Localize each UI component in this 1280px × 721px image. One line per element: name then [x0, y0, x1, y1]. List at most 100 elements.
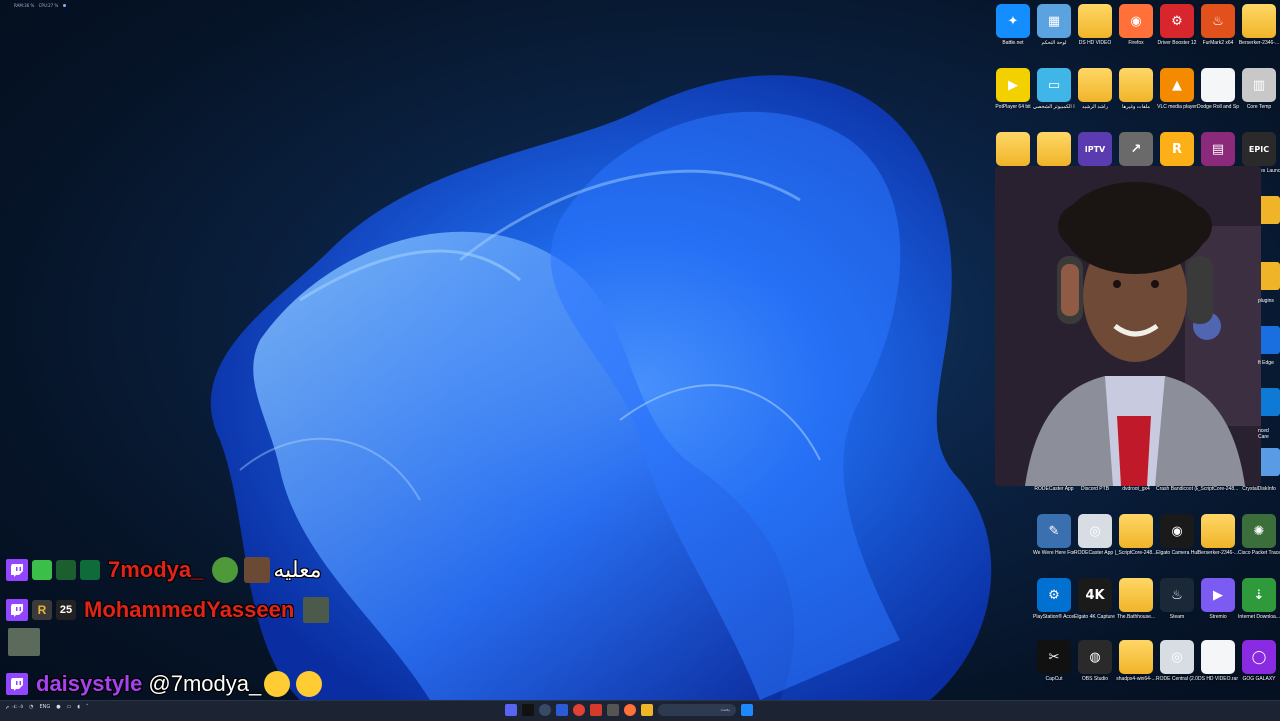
rank-badge: 25 [56, 600, 76, 620]
file-icon [1201, 640, 1235, 674]
desktop-icon[interactable]: _ScriptCore-248... [1115, 512, 1157, 556]
desktop-icon[interactable]: ◍ OBS Studio [1074, 638, 1116, 682]
desktop-icon[interactable]: ▥ Core Temp [1238, 66, 1280, 110]
desktop-icon[interactable]: ▲ VLC media player [1156, 66, 1198, 110]
idm-icon: ⇣ [1242, 578, 1276, 612]
desktop-icon[interactable]: ▭ هذا الكمبيوتر الشخصي [1033, 66, 1075, 110]
desktop-icon[interactable]: Berserker-2346-... [1238, 2, 1280, 46]
taskbar-apps: بحث [505, 704, 753, 716]
notification-icon[interactable]: ◔ [29, 704, 33, 710]
image-emote-icon [8, 628, 40, 656]
winrar-icon: ▤ [1201, 132, 1235, 166]
folder-icon [1242, 4, 1276, 38]
chat-username[interactable]: daisystyle [36, 671, 142, 697]
folder-icon [1119, 514, 1153, 548]
rockstar-badge-icon: R [32, 600, 52, 620]
desktop-icon[interactable]: ◎ RODE Central (2.0.65) [1156, 638, 1198, 682]
desktop-icon[interactable]: ♨ Steam [1156, 576, 1198, 620]
desktop-icon[interactable]: ▦ لوحة التحكم [1033, 2, 1075, 46]
desktop-icon[interactable]: DS HD VIDEO.rar [1197, 638, 1239, 682]
firefox-icon: ◉ [1119, 4, 1153, 38]
desktop-icon[interactable]: ▶ PotPlayer 64 bit [992, 66, 1034, 110]
desktop-icon-label: Dodge Roll and Sprint-496-2-30... [1197, 104, 1239, 110]
app-taskbar-icon[interactable] [556, 704, 568, 716]
taskbar-search[interactable]: بحث [658, 704, 736, 716]
firefox-taskbar-icon[interactable] [624, 704, 636, 716]
desktop-icon-label: هذا الكمبيوتر الشخصي [1033, 104, 1075, 110]
tiktok-taskbar-icon[interactable] [522, 704, 534, 716]
furmark-icon: ♨ [1201, 4, 1235, 38]
network-icon[interactable]: ▭ [67, 704, 72, 710]
volume-icon[interactable]: ◖ [77, 704, 80, 710]
cpu-readout: CPU:27 % [38, 3, 59, 8]
system-tray: ٠٤:٠٥ م ◔ ENG ● ▭ ◖ ˄ [6, 704, 89, 710]
desktop-icon-label: The.Bathhouse... [1116, 614, 1156, 620]
partial-folder-icon[interactable] [1258, 262, 1280, 290]
desktop-icon-label: Cisco Packet Tracer [1238, 550, 1280, 556]
desktop-icon[interactable]: ▤ [1197, 130, 1239, 168]
chat-username[interactable]: MohammedYasseen [84, 597, 294, 623]
desktop-icon[interactable]: DS HD VIDEO [1074, 2, 1116, 46]
desktop-icon-label: راشد الرشيد [1081, 104, 1108, 110]
desktop-icon[interactable]: ▶ Stremio [1197, 576, 1239, 620]
desktop-icon[interactable]: Dodge Roll and Sprint-496-2-30... [1197, 66, 1239, 110]
desktop-icon[interactable]: ملفات وغيرها [1115, 66, 1157, 110]
desktop-icon[interactable]: The.Bathhouse... [1115, 576, 1157, 620]
desktop-icon[interactable]: shadps4-win64-... [1115, 638, 1157, 682]
twitch-logo-icon [6, 599, 28, 621]
desktop-icon[interactable]: ♨ FurMark2 x64 [1197, 2, 1239, 46]
desktop-icon[interactable]: ◎ RODECaster App (2.0.105) [1074, 512, 1116, 556]
store-taskbar-icon[interactable] [607, 704, 619, 716]
brave-taskbar-icon[interactable] [590, 704, 602, 716]
start-windows-icon[interactable] [741, 704, 753, 716]
partial-app-icon[interactable] [1258, 388, 1280, 416]
desktop-icon[interactable]: ✂ CapCut [1033, 638, 1075, 682]
desktop-icon-label: Steam [1169, 614, 1185, 620]
sword-badge-icon [32, 560, 52, 580]
desktop-icon[interactable]: ⇣ Internet Downloa... [1238, 576, 1280, 620]
driver-booster-icon: ⚙ [1160, 4, 1194, 38]
folder-icon [1078, 4, 1112, 38]
desktop-icon[interactable]: 4K Elgato 4K Capture Utility [1074, 576, 1116, 620]
desktop-icon[interactable] [1033, 130, 1075, 168]
desktop-icon[interactable]: ✎ We Were Here Forever [1033, 512, 1075, 556]
partial-folder-icon[interactable] [1258, 196, 1280, 224]
cisco-icon: ✺ [1242, 514, 1276, 548]
zip-folder-icon [1201, 514, 1235, 548]
desktop-icon[interactable]: Berserker-2346-... [1197, 512, 1239, 556]
partial-icon-label: nced Care [1258, 428, 1269, 440]
desktop-icon[interactable]: ⚙ Driver Booster 12 [1156, 2, 1198, 46]
chat-message-text: @7modya_ [148, 671, 262, 696]
desktop-icon[interactable]: ◉ Firefox [1115, 2, 1157, 46]
search-placeholder: بحث [720, 707, 730, 713]
desktop-icon[interactable]: ✺ Cisco Packet Tracer [1238, 512, 1280, 556]
clock[interactable]: ٠٤:٠٥ م [6, 704, 23, 710]
desktop-icon[interactable]: ◉ Elgato Camera Hub [1156, 512, 1198, 556]
obs-taskbar-icon[interactable] [539, 704, 551, 716]
partial-app-icon[interactable] [1258, 448, 1280, 476]
microphone-icon[interactable]: ● [56, 704, 60, 710]
desktop-icon[interactable]: R [1156, 130, 1198, 168]
shortcut-icon: ↗ [1119, 132, 1153, 166]
language-indicator[interactable]: ENG [40, 704, 51, 710]
desktop-icon[interactable]: ↗ [1115, 130, 1157, 168]
user-folder-icon [1078, 68, 1112, 102]
file-explorer-taskbar-icon[interactable] [641, 704, 653, 716]
elgato-4k-icon: 4K [1078, 578, 1112, 612]
chrome-taskbar-icon[interactable] [573, 704, 585, 716]
desktop-icon[interactable]: ✦ Battle.net [992, 2, 1034, 46]
partial-icon-label: ft Edge [1258, 360, 1274, 366]
desktop-icon[interactable]: راشد الرشيد [1074, 66, 1116, 110]
capcut-icon: ✂ [1037, 640, 1071, 674]
this-pc-icon: ▭ [1037, 68, 1071, 102]
chat-username[interactable]: 7modya_ [108, 557, 203, 583]
desktop-icon[interactable]: ⚙ PlayStation® Accessories [1033, 576, 1075, 620]
desktop-icon[interactable]: ◯ GOG GALAXY [1238, 638, 1280, 682]
discord-taskbar-icon[interactable] [505, 704, 517, 716]
tray-chevron-icon[interactable]: ˄ [86, 704, 89, 710]
desktop-icon-label: VLC media player [1157, 104, 1197, 110]
partial-app-icon[interactable] [1258, 326, 1280, 354]
playstation-icon: ⚙ [1037, 578, 1071, 612]
partial-icon-label: plugins [1258, 298, 1274, 304]
control-panel-icon: ▦ [1037, 4, 1071, 38]
